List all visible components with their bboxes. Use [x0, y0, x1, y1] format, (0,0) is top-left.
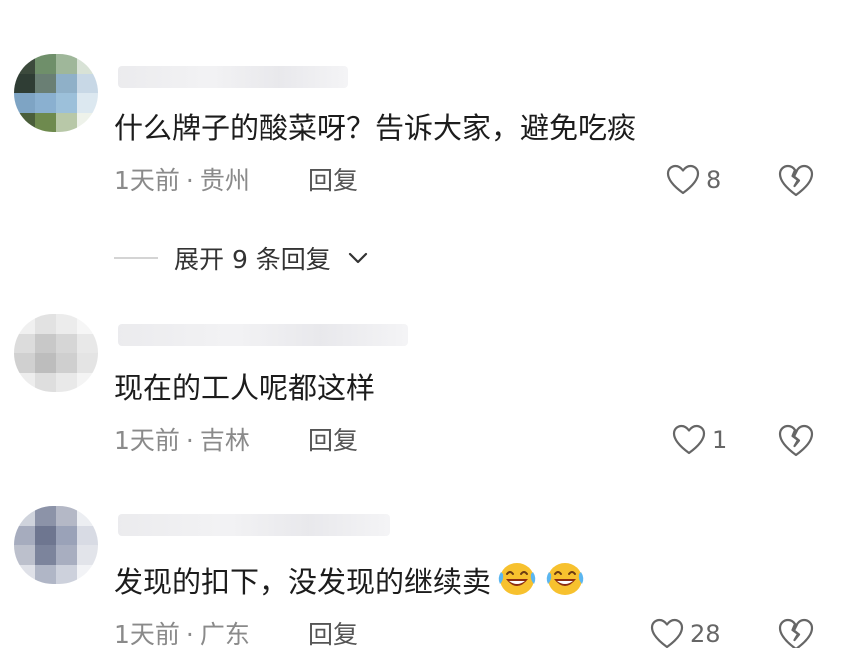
- avatar[interactable]: [14, 506, 98, 584]
- broken-heart-icon: [778, 618, 814, 648]
- separator: ·: [185, 426, 194, 455]
- comment-text: 现在的工人呢都这样: [114, 371, 376, 405]
- expand-replies-button[interactable]: 展开 9 条回复: [114, 240, 369, 276]
- username-blurred[interactable]: [118, 324, 408, 346]
- avatar[interactable]: [14, 54, 98, 132]
- expand-replies-label: 展开 9 条回复: [174, 245, 331, 274]
- laughing-crying-emoji-icon: [546, 563, 584, 595]
- like-button[interactable]: 1: [672, 424, 727, 456]
- avatar[interactable]: [14, 314, 98, 392]
- broken-heart-icon: [778, 424, 814, 457]
- dislike-button[interactable]: [778, 164, 814, 202]
- like-count: 1: [712, 426, 728, 454]
- comment-item: 现在的工人呢都这样 1天前 · 吉林 回复 1: [0, 300, 846, 490]
- dislike-button[interactable]: [778, 424, 814, 462]
- comment-meta: 1天前 · 吉林: [114, 426, 250, 456]
- comment-location: 贵州: [199, 166, 250, 195]
- heart-icon: [666, 164, 700, 195]
- reply-button[interactable]: 回复: [308, 426, 358, 456]
- comment-meta: 1天前 · 贵州: [114, 166, 250, 196]
- comment-time: 1天前: [114, 620, 180, 648]
- comment-list: 什么牌子的酸菜呀？告诉大家，避免吃痰 1天前 · 贵州 回复 8 展开 9 条回复 …: [0, 0, 846, 648]
- comment-location: 吉林: [199, 426, 250, 455]
- broken-heart-icon: [778, 164, 814, 197]
- reply-button[interactable]: 回复: [308, 620, 358, 648]
- reply-button[interactable]: 回复: [308, 166, 358, 196]
- username-blurred[interactable]: [118, 66, 348, 88]
- laughing-crying-emoji-icon: [498, 563, 536, 595]
- comment-time: 1天前: [114, 426, 180, 455]
- comment-location: 广东: [199, 620, 250, 648]
- comment-text-content: 发现的扣下，没发现的继续卖: [114, 565, 492, 599]
- divider-line: [114, 257, 158, 259]
- comment-text: 发现的扣下，没发现的继续卖: [114, 558, 587, 600]
- dislike-button[interactable]: [778, 618, 814, 648]
- separator: ·: [185, 620, 194, 648]
- heart-icon: [650, 618, 684, 648]
- like-count: 28: [690, 620, 721, 648]
- comment-item: 发现的扣下，没发现的继续卖 1天前 · 广东 回复 28: [0, 496, 846, 648]
- comment-meta: 1天前 · 广东: [114, 620, 250, 648]
- like-button[interactable]: 8: [666, 164, 721, 196]
- separator: ·: [185, 166, 194, 195]
- chevron-down-icon: [348, 252, 367, 264]
- comment-text: 什么牌子的酸菜呀？告诉大家，避免吃痰: [114, 111, 637, 145]
- username-blurred[interactable]: [118, 514, 390, 536]
- heart-icon: [672, 424, 706, 455]
- like-count: 8: [706, 166, 722, 194]
- comment-item: 什么牌子的酸菜呀？告诉大家，避免吃痰 1天前 · 贵州 回复 8 展开 9 条回复: [0, 0, 846, 274]
- like-button[interactable]: 28: [650, 618, 721, 648]
- comment-time: 1天前: [114, 166, 180, 195]
